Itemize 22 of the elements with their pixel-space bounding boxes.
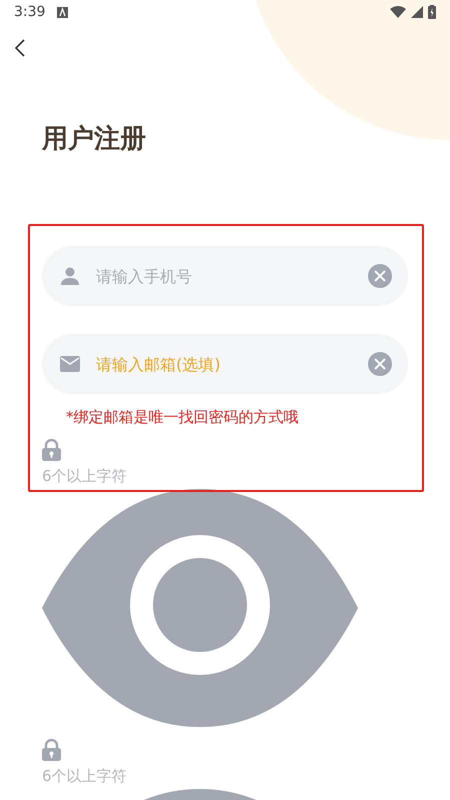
envelope-icon <box>60 356 80 372</box>
email-hint: *绑定邮箱是唯一找回密码的方式哦 <box>66 408 300 427</box>
status-time: 3:39 <box>14 4 46 20</box>
password-field[interactable]: 6个以上字符 <box>42 767 242 785</box>
person-icon <box>60 266 80 286</box>
clear-button[interactable] <box>368 264 392 288</box>
text-input[interactable]: 请输入邮箱(选填) <box>94 354 354 374</box>
signal-icon <box>411 6 423 18</box>
close-icon <box>374 358 386 370</box>
lock-icon <box>42 439 61 461</box>
page-title: 用户注册 <box>42 123 146 156</box>
close-icon <box>374 270 386 282</box>
lock-icon <box>42 739 61 761</box>
battery-icon <box>428 5 436 19</box>
input-field[interactable]: 请输入手机号 <box>42 246 408 306</box>
text-input[interactable]: 请输入手机号 <box>94 266 354 286</box>
clear-button[interactable] <box>368 352 392 376</box>
password-field[interactable]: 6个以上字符 <box>42 467 242 485</box>
notification-icon <box>57 6 68 18</box>
wifi-icon <box>390 6 406 18</box>
input-field[interactable]: 请输入邮箱(选填) <box>42 334 408 394</box>
eye-icon[interactable] <box>42 489 358 727</box>
